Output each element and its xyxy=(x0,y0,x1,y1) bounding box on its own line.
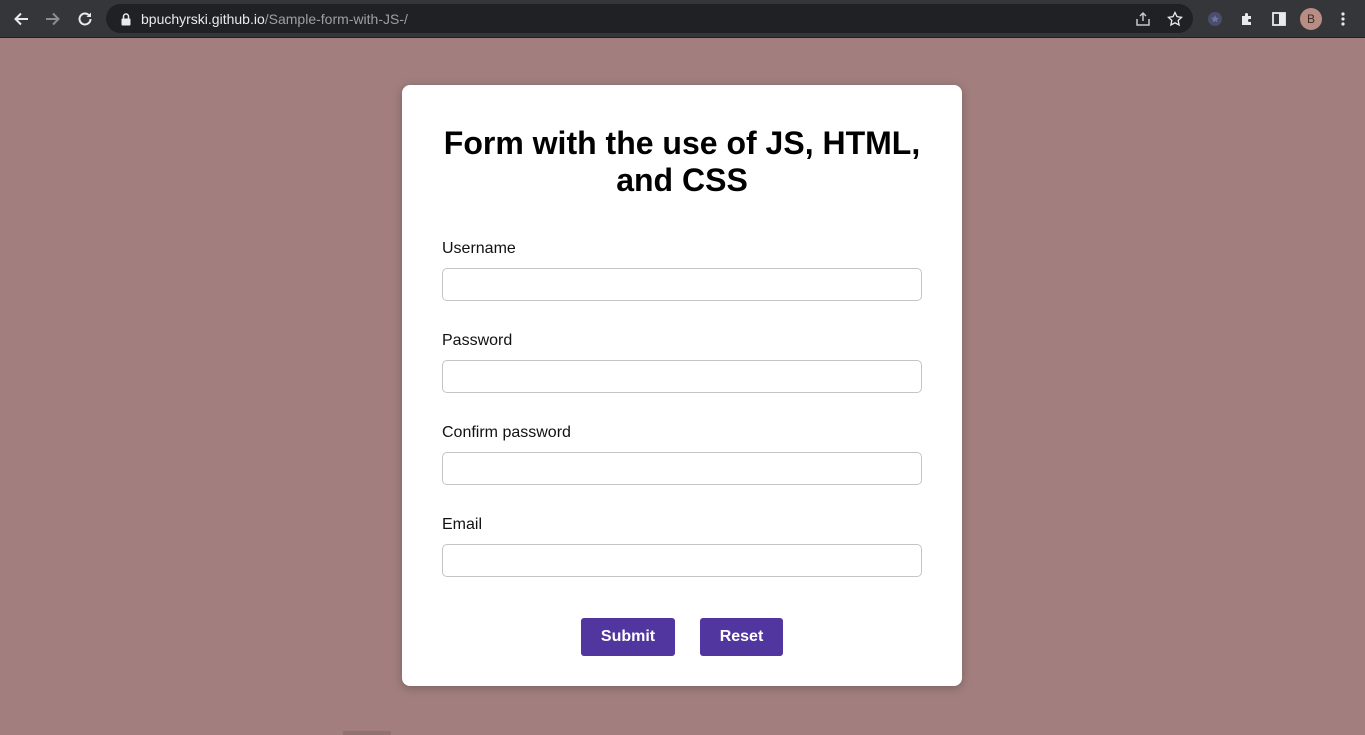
side-panel-icon[interactable] xyxy=(1269,9,1289,29)
lock-icon[interactable] xyxy=(119,11,133,27)
address-bar[interactable]: bpuchyrski.github.io/Sample-form-with-JS… xyxy=(106,4,1193,33)
username-input[interactable] xyxy=(442,268,922,301)
scrollbar-thumb[interactable] xyxy=(343,731,391,735)
reload-icon[interactable] xyxy=(72,7,98,31)
menu-icon[interactable] xyxy=(1333,9,1353,29)
email-input[interactable] xyxy=(442,544,922,577)
password-label: Password xyxy=(442,332,513,349)
form-title: Form with the use of JS, HTML, and CSS xyxy=(443,125,921,198)
star-icon[interactable] xyxy=(1165,9,1185,29)
extension-icon[interactable] xyxy=(1205,9,1225,29)
password-input[interactable] xyxy=(442,360,922,393)
profile-avatar[interactable]: B xyxy=(1300,8,1322,30)
submit-button[interactable]: Submit xyxy=(581,618,675,656)
browser-toolbar: bpuchyrski.github.io/Sample-form-with-JS… xyxy=(0,0,1365,38)
url-path: /Sample-form-with-JS-/ xyxy=(264,11,408,27)
confirm-password-label: Confirm password xyxy=(442,424,571,441)
share-icon[interactable] xyxy=(1133,9,1153,29)
puzzle-icon[interactable] xyxy=(1237,9,1257,29)
email-label: Email xyxy=(442,516,483,533)
form-card: Form with the use of JS, HTML, and CSS U… xyxy=(402,85,962,686)
reset-button[interactable]: Reset xyxy=(700,618,783,656)
confirm-password-input[interactable] xyxy=(442,452,922,485)
url-host: bpuchyrski.github.io xyxy=(141,11,265,27)
url-text: bpuchyrski.github.io/Sample-form-with-JS… xyxy=(141,11,408,27)
username-label: Username xyxy=(442,240,516,257)
back-icon[interactable] xyxy=(8,7,34,31)
forward-icon[interactable] xyxy=(40,7,66,31)
